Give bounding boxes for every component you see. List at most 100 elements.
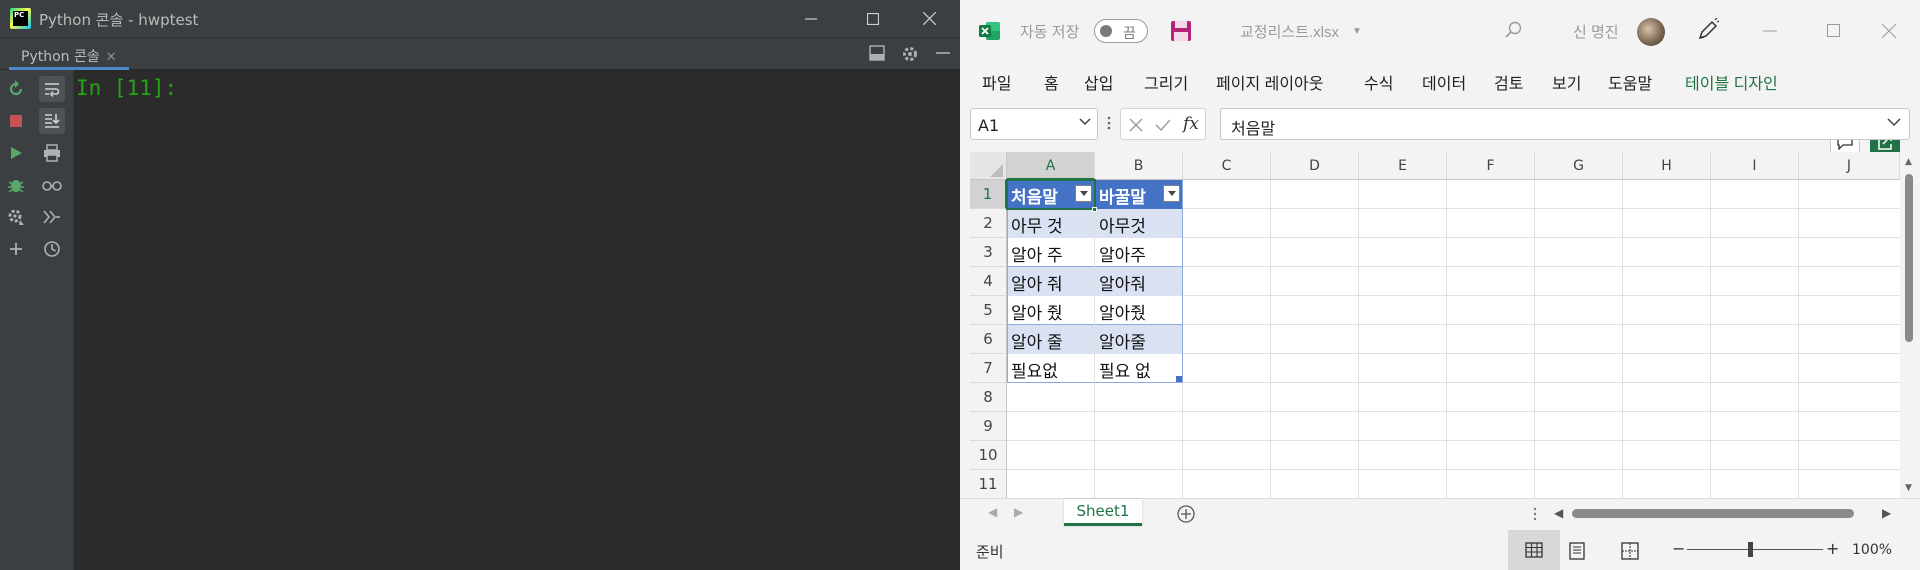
minimize-icon[interactable] [1763,30,1777,32]
page-break-view-icon[interactable] [1621,542,1639,560]
menu-draw[interactable]: 그리기 [1144,70,1188,94]
row-header-2[interactable]: 2 [970,209,1007,238]
debug-icon[interactable] [3,172,29,198]
menu-help[interactable]: 도움말 [1608,70,1652,94]
row-header-4[interactable]: 4 [970,267,1007,296]
prev-sheet-icon[interactable]: ◀ [988,505,997,519]
file-name[interactable]: 교정리스트.xlsx [1240,21,1339,42]
enter-icon[interactable] [1155,118,1171,132]
stop-icon[interactable] [3,108,29,134]
avatar[interactable] [1637,18,1665,46]
column-header-d[interactable]: D [1271,152,1359,180]
menu-table-design[interactable]: 테이블 디자인 [1685,70,1778,94]
fill-handle[interactable] [1092,207,1097,212]
row-header-3[interactable]: 3 [970,238,1007,267]
glasses-icon[interactable] [39,172,65,198]
scroll-right-icon[interactable]: ▶ [1882,506,1891,520]
scrollbar-thumb[interactable] [1905,174,1913,342]
zoom-slider-thumb[interactable] [1748,542,1753,557]
add-sheet-icon[interactable] [1176,504,1196,524]
cancel-icon[interactable] [1129,118,1143,132]
menu-page-layout[interactable]: 페이지 레이아웃 [1216,70,1324,94]
row-header-1[interactable]: 1 [970,180,1007,209]
row-header-11[interactable]: 11 [970,470,1007,498]
page-layout-view-icon[interactable] [1568,542,1586,560]
toggle-knob [1100,25,1112,37]
name-box[interactable]: A1 [970,108,1098,140]
chevron-down-icon[interactable] [1079,118,1091,126]
run-icon[interactable] [3,140,29,166]
zoom-slider[interactable] [1687,549,1823,550]
vertical-scrollbar[interactable]: ▲ ▼ [1900,152,1918,498]
menu-review[interactable]: 검토 [1494,70,1523,94]
gridline [1710,180,1711,498]
column-header-b[interactable]: B [1095,152,1183,180]
worksheet-grid[interactable]: A B C D E F G H I J 1 2 3 4 5 6 7 8 9 10… [970,152,1900,498]
menu-formulas[interactable]: 수식 [1364,70,1393,94]
pycharm-title-bar: PC Python 콘솔 - hwptest [0,0,960,37]
console-output[interactable]: In [11]: [74,70,960,570]
tab-python-console[interactable]: Python 콘솔 ✕ [9,38,129,70]
search-icon[interactable] [1505,21,1523,39]
close-button[interactable] [898,0,960,37]
print-icon[interactable] [39,140,65,166]
sheet-tab[interactable]: Sheet1 [1064,499,1142,526]
execute-icon[interactable] [39,204,65,230]
zoom-out-button[interactable]: − [1672,539,1685,558]
column-header-c[interactable]: C [1183,152,1271,180]
settings-icon[interactable] [3,204,29,230]
history-icon[interactable] [39,236,65,262]
table-resize-handle[interactable] [1176,376,1182,382]
maximize-button[interactable] [842,0,904,37]
menu-home[interactable]: 홈 [1044,70,1059,94]
scroll-up-icon[interactable]: ▲ [1905,157,1912,167]
select-all-corner[interactable] [970,152,1007,180]
layout-icon[interactable] [869,45,887,63]
row-header-8[interactable]: 8 [970,383,1007,412]
insert-function-button[interactable]: fx [1183,114,1199,134]
zoom-in-button[interactable]: + [1826,539,1839,558]
column-header-f[interactable]: F [1447,152,1535,180]
scroll-down-icon[interactable]: ▼ [1905,483,1912,493]
horizontal-scrollbar-thumb[interactable] [1572,509,1854,518]
column-header-a[interactable]: A [1007,152,1095,180]
column-header-j[interactable]: J [1799,152,1900,180]
row-header-10[interactable]: 10 [970,441,1007,470]
row-header-9[interactable]: 9 [970,412,1007,441]
chevron-down-icon[interactable]: ▼ [1352,26,1362,37]
hide-icon[interactable] [935,45,953,63]
minimize-button[interactable] [780,0,842,37]
scroll-left-icon[interactable]: ◀ [1554,506,1563,520]
split-handle-icon[interactable] [1533,507,1537,521]
scroll-to-end-icon[interactable] [39,108,65,134]
close-icon[interactable] [1882,24,1896,38]
column-header-h[interactable]: H [1623,152,1711,180]
column-header-e[interactable]: E [1359,152,1447,180]
menu-insert[interactable]: 삽입 [1084,70,1113,94]
menu-file[interactable]: 파일 [982,70,1011,94]
expand-formula-icon[interactable] [1887,118,1901,127]
maximize-icon[interactable] [1827,24,1840,37]
column-header-g[interactable]: G [1535,152,1623,180]
row-header-7[interactable]: 7 [970,354,1007,383]
autosave-toggle[interactable]: 끔 [1094,19,1148,43]
gridline [1358,180,1359,498]
menu-view[interactable]: 보기 [1552,70,1581,94]
gear-icon[interactable] [901,45,919,63]
add-icon[interactable] [3,236,29,262]
formula-input[interactable]: 처음말 [1220,108,1910,140]
zoom-level[interactable]: 100% [1852,542,1892,558]
row-header-5[interactable]: 5 [970,296,1007,325]
next-sheet-icon[interactable]: ▶ [1014,505,1023,519]
normal-view-button[interactable] [1508,530,1560,570]
save-icon[interactable] [1170,20,1192,42]
rerun-icon[interactable] [3,76,29,102]
name-box-value: A1 [978,116,1000,135]
column-header-i[interactable]: I [1711,152,1799,180]
soft-wrap-icon[interactable] [39,76,65,102]
row-header-6[interactable]: 6 [970,325,1007,354]
pen-icon[interactable] [1696,18,1720,42]
menu-data[interactable]: 데이터 [1422,70,1466,94]
drag-handle-icon[interactable] [1107,115,1111,131]
tab-close-icon[interactable]: ✕ [106,50,117,65]
